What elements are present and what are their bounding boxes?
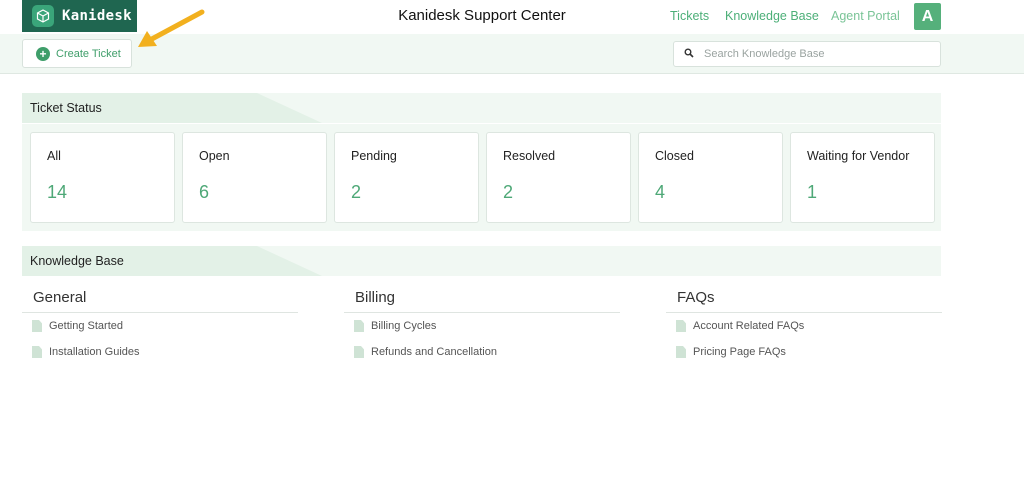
knowledge-base-title: Knowledge Base	[30, 254, 124, 268]
document-icon	[676, 320, 686, 332]
status-card-count: 2	[351, 182, 362, 202]
document-icon	[354, 320, 364, 332]
annotation-arrow-icon	[138, 9, 205, 47]
ticket-status-panel: All 14 Open 6 Pending 2 Resolved 2 Close…	[22, 124, 941, 231]
plus-circle-icon: +	[36, 46, 50, 61]
search-input[interactable]	[704, 48, 924, 60]
user-avatar[interactable]: A	[914, 3, 941, 30]
kb-article-title[interactable]: Account Related FAQs	[693, 320, 804, 332]
nav-tickets[interactable]: Tickets	[670, 9, 709, 23]
status-card-label: Open	[199, 149, 230, 163]
status-card-waiting-for-vendor[interactable]: Waiting for Vendor 1	[790, 132, 935, 223]
status-card-closed[interactable]: Closed 4	[638, 132, 783, 223]
status-card-count: 4	[655, 182, 666, 202]
status-card-label: Pending	[351, 149, 397, 163]
status-card-count: 2	[503, 182, 514, 202]
status-card-label: Closed	[655, 149, 694, 163]
create-ticket-button[interactable]: + Create Ticket	[22, 39, 132, 68]
kb-article-title[interactable]: Pricing Page FAQs	[693, 346, 786, 358]
status-card-open[interactable]: Open 6	[182, 132, 327, 223]
kb-category-billing: Billing Billing Cycles Refunds and Cance…	[344, 289, 620, 365]
document-icon	[354, 346, 364, 358]
document-icon	[32, 320, 42, 332]
status-card-label: Resolved	[503, 149, 556, 163]
status-card-label: All	[47, 149, 61, 163]
nav-agent-portal[interactable]: Agent Portal	[831, 9, 900, 23]
ticket-status-header: Ticket Status	[22, 93, 941, 123]
search-icon	[684, 45, 694, 63]
status-card-pending[interactable]: Pending 2	[334, 132, 479, 223]
create-ticket-label: Create Ticket	[56, 47, 121, 60]
knowledge-base-header: Knowledge Base	[22, 246, 941, 276]
kb-category-title[interactable]: Billing	[344, 289, 620, 313]
kb-article-title[interactable]: Billing Cycles	[371, 320, 436, 332]
kb-category-general: General Getting Started Installation Gui…	[22, 289, 298, 365]
nav-knowledge-base[interactable]: Knowledge Base	[725, 9, 819, 23]
kb-article-link[interactable]: Billing Cycles	[354, 313, 620, 339]
status-card-all[interactable]: All 14	[30, 132, 175, 223]
kb-article-title[interactable]: Getting Started	[49, 320, 123, 332]
search-box[interactable]	[673, 41, 941, 67]
status-card-count: 14	[47, 182, 68, 202]
status-card-count: 6	[199, 182, 210, 202]
kb-category-title[interactable]: General	[22, 289, 298, 313]
kb-article-title[interactable]: Refunds and Cancellation	[371, 346, 497, 358]
kb-article-link[interactable]: Pricing Page FAQs	[676, 339, 942, 365]
status-card-count: 1	[807, 182, 818, 202]
document-icon	[676, 346, 686, 358]
document-icon	[32, 346, 42, 358]
ticket-status-title: Ticket Status	[30, 101, 102, 115]
kb-article-link[interactable]: Getting Started	[32, 313, 298, 339]
kb-article-link[interactable]: Refunds and Cancellation	[354, 339, 620, 365]
kb-article-link[interactable]: Installation Guides	[32, 339, 298, 365]
kb-category-faqs: FAQs Account Related FAQs Pricing Page F…	[666, 289, 942, 365]
kb-article-title[interactable]: Installation Guides	[49, 346, 140, 358]
status-card-resolved[interactable]: Resolved 2	[486, 132, 631, 223]
kb-category-title[interactable]: FAQs	[666, 289, 942, 313]
kb-article-link[interactable]: Account Related FAQs	[676, 313, 942, 339]
status-card-label: Waiting for Vendor	[807, 149, 910, 163]
